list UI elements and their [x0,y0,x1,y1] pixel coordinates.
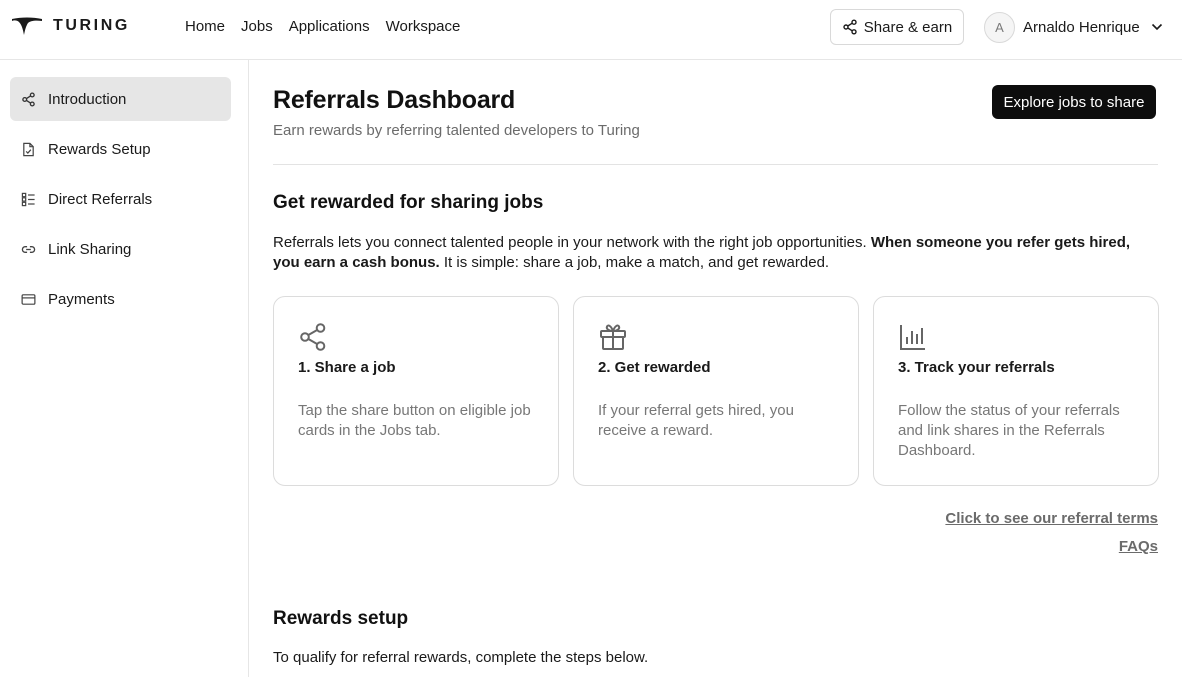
step-card-track: 3. Track your referrals Follow the statu… [873,296,1159,486]
sidebar-item-label: Payments [48,290,115,308]
page-subtitle: Earn rewards by referring talented devel… [273,122,640,139]
document-check-icon [23,142,34,156]
card-icon-wrap [898,322,928,352]
intro-text: Referrals lets you connect talented peop… [273,234,871,251]
share-icon [300,323,326,351]
share-earn-button[interactable]: Share & earn [830,9,964,45]
sidebar-item-label: Link Sharing [48,240,132,258]
section-title-get-rewarded: Get rewarded for sharing jobs [273,192,544,213]
chevron-down-icon [1151,23,1162,31]
sidebar-item-rewards-setup[interactable]: Rewards Setup [10,127,231,171]
card-title: 2. Get rewarded [598,359,711,376]
card-description: Follow the status of your referrals and … [898,402,1120,459]
sidebar-item-payments[interactable]: Payments [10,277,231,321]
card-title: 1. Share a job [298,359,396,376]
sidebar: Introduction Rewards Setup Direct Referr… [0,60,249,677]
faqs-link[interactable]: FAQs [1119,538,1158,555]
card-description: If your referral gets hired, you receive… [598,402,794,439]
nav-home[interactable]: Home [185,17,225,37]
brand-name: TURING [53,17,130,34]
sidebar-item-direct-referrals[interactable]: Direct Referrals [10,177,231,221]
step-card-rewarded: 2. Get rewarded If your referral gets hi… [573,296,859,486]
intro-text-end: It is simple: share a job, make a match,… [439,254,830,271]
gift-icon [600,324,626,350]
card-icon-wrap [598,322,628,352]
card-title: 3. Track your referrals [898,359,1055,376]
nav-jobs[interactable]: Jobs [241,17,273,37]
sidebar-item-label: Direct Referrals [48,190,153,208]
turing-logo[interactable]: TURING [11,14,130,38]
avatar: A [984,11,1015,43]
credit-card-icon [21,293,36,305]
sidebar-item-introduction[interactable]: Introduction [10,77,231,121]
link-icon [21,245,36,253]
turing-logo-icon [12,17,42,35]
step-card-share: 1. Share a job Tap the share button on e… [273,296,559,486]
explore-jobs-button[interactable]: Explore jobs to share [992,85,1156,119]
main-nav: Home Jobs Applications Workspace [185,17,460,37]
page-title: Referrals Dashboard [273,86,516,114]
section-title-rewards-setup: Rewards setup [273,608,409,629]
bar-chart-icon [900,325,925,350]
nav-applications[interactable]: Applications [289,17,370,37]
nav-workspace[interactable]: Workspace [386,17,461,37]
share-icon [22,91,35,107]
sidebar-item-link-sharing[interactable]: Link Sharing [10,227,231,271]
list-icon [21,192,35,206]
sidebar-item-label: Introduction [48,90,127,108]
sidebar-item-label: Rewards Setup [48,140,151,158]
intro-paragraph: Referrals lets you connect talented peop… [273,233,1153,273]
top-bar: TURING Home Jobs Applications Workspace … [0,0,1182,60]
card-description: Tap the share button on eligible job car… [298,402,531,439]
user-name: Arnaldo Henrique [1023,18,1140,36]
card-icon-wrap [298,322,328,352]
divider [273,164,1158,165]
share-icon [843,19,857,35]
referral-terms-link[interactable]: Click to see our referral terms [945,510,1158,527]
user-menu[interactable]: A Arnaldo Henrique [984,11,1163,43]
share-earn-label: Share & earn [863,18,953,36]
qualify-text: To qualify for referral rewards, complet… [273,649,649,666]
